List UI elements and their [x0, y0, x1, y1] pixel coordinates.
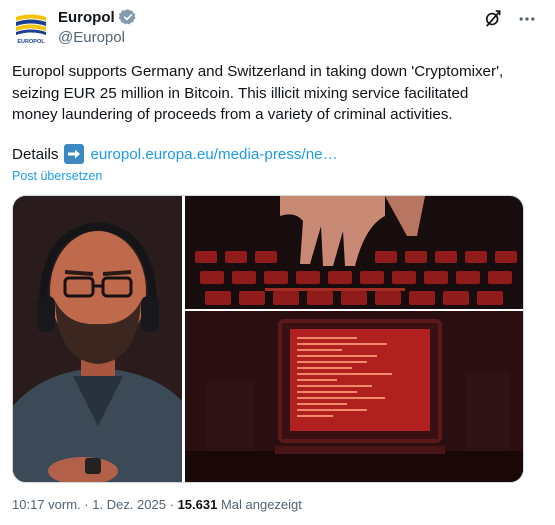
- details-link[interactable]: europol.europa.eu/media-press/ne…: [90, 146, 337, 163]
- verified-badge-icon[interactable]: [118, 8, 137, 26]
- post-date[interactable]: 1. Dez. 2025: [92, 497, 166, 512]
- media-grid: [12, 195, 524, 483]
- meta-separator: ·: [84, 497, 89, 512]
- translate-post-link[interactable]: Post übersetzen: [12, 169, 102, 183]
- europol-logo: EUROPOL: [12, 8, 50, 46]
- post-actions: [483, 9, 537, 29]
- author-handle[interactable]: @Europol: [58, 29, 125, 46]
- grok-icon[interactable]: [483, 9, 503, 29]
- view-count-label: Mal angezeigt: [220, 497, 302, 512]
- europol-logo-avatar[interactable]: EUROPOL: [12, 8, 50, 46]
- red-computer-screen-image[interactable]: [185, 311, 523, 482]
- hands-on-keyboard-image[interactable]: [185, 196, 523, 309]
- post-text: Europol supports Germany and Switzerland…: [12, 63, 504, 123]
- author-name-row: Europol: [58, 8, 137, 26]
- meta-separator: ·: [169, 497, 174, 512]
- man-with-headphones-image[interactable]: [13, 196, 182, 482]
- details-line: Details europol.europa.eu/media-press/ne…: [12, 144, 338, 164]
- post-time[interactable]: 10:17 vorm.: [12, 497, 81, 512]
- author-name[interactable]: Europol: [58, 9, 115, 26]
- tweet: EUROPOL Europol @Europol Europol support…: [0, 0, 555, 525]
- logo-text: EUROPOL: [17, 39, 45, 45]
- arrow-right-emoji-icon: [64, 144, 85, 164]
- post-meta: 10:17 vorm. · 1. Dez. 2025 · 15.631 Mal …: [12, 497, 302, 512]
- details-label: Details: [12, 145, 59, 163]
- more-icon[interactable]: [517, 9, 537, 29]
- view-count: 15.631: [177, 497, 218, 512]
